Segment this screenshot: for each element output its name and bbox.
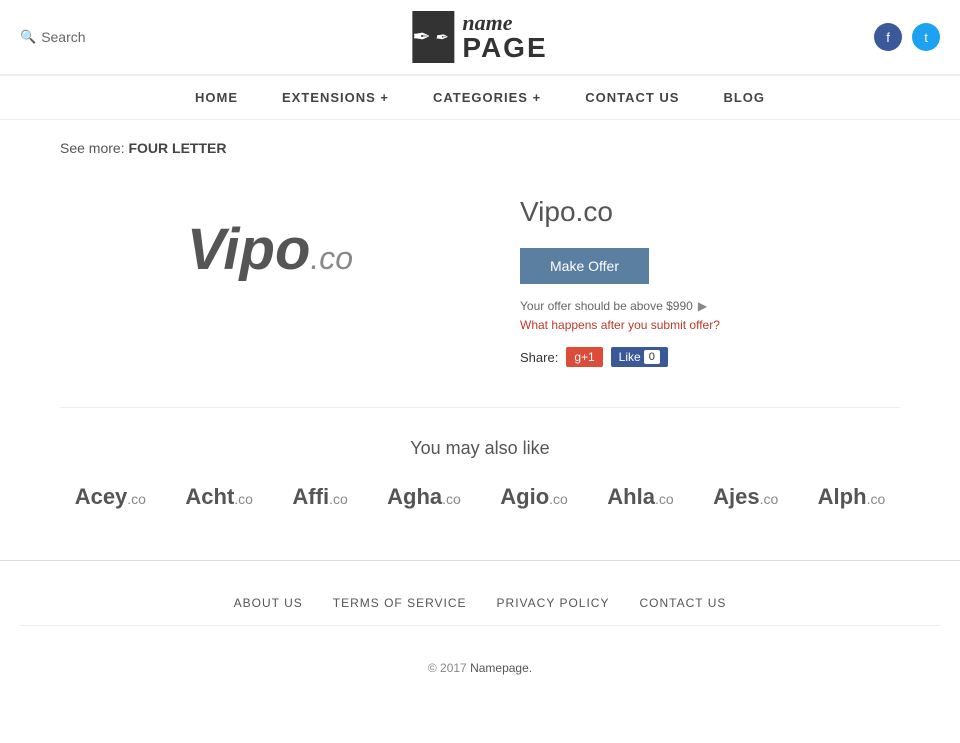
domain-item-tld: .co [329,491,348,507]
nav-categories[interactable]: CATEGORIES + [411,78,563,117]
footer-link-item[interactable]: ABOUT US [234,596,303,610]
domain-item-name: Acey [75,484,128,509]
nav-extensions[interactable]: EXTENSIONS + [260,78,411,117]
offer-note: Your offer should be above $990 ▶ [520,299,900,313]
logo[interactable]: ✒ name PAGE [412,11,547,63]
domain-item-name: Affi [292,484,329,509]
domain-item-tld: .co [549,491,568,507]
domain-item-tld: .co [234,491,253,507]
nav-home[interactable]: HOME [173,78,260,117]
svg-text:✒: ✒ [435,29,449,46]
also-like-title: You may also like [60,438,900,459]
fb-count: 0 [644,350,660,364]
share-label: Share: [520,350,558,365]
facebook-icon[interactable]: f [874,23,902,51]
footer-link-item[interactable]: CONTACT US [639,596,726,610]
social-links: f t [874,23,940,51]
list-item[interactable]: Ahla.co [607,484,673,510]
footer: ABOUT US TERMS OF SERVICE PRIVACY POLICY CO… [0,560,960,710]
facebook-like-button[interactable]: Like 0 [611,347,668,367]
list-item[interactable]: Ajes.co [713,484,778,510]
main-nav: HOME EXTENSIONS + CATEGORIES + CONTACT U… [0,75,960,120]
domain-item-name: Ahla [607,484,655,509]
domain-item-name: Agha [387,484,442,509]
footer-link-item[interactable]: TERMS OF SERVICE [333,596,467,610]
domain-logo-large: Vipo.co [60,176,480,323]
gplus-button[interactable]: g+1 [566,347,602,367]
footer-copyright: © 2017 Namepage. [20,646,940,690]
search-icon: 🔍 [20,29,36,45]
header: 🔍 Search ✒ name PAGE f t [0,0,960,75]
domain-item-name: Agio [500,484,549,509]
domain-tld-large: .co [310,240,353,276]
domain-name-text: Vipo [187,217,311,282]
make-offer-button[interactable]: Make Offer [520,248,649,284]
domain-item-tld: .co [867,491,886,507]
list-item[interactable]: Agio.co [500,484,568,510]
list-item[interactable]: Agha.co [387,484,461,510]
what-happens-link[interactable]: What happens after you submit offer? [520,318,900,332]
main-content: See more: FOUR LETTER Vipo.co Vipo.co Ma… [0,120,960,560]
offer-note-text: Your offer should be above $990 [520,299,693,313]
also-like-section: You may also like Acey.coAcht.coAffi.coA… [60,407,900,540]
logo-text: name PAGE [462,12,547,62]
list-item[interactable]: Affi.co [292,484,347,510]
domain-item-tld: .co [655,491,674,507]
logo-icon: ✒ [412,11,454,63]
nav-blog[interactable]: BLOG [701,78,787,117]
share-row: Share: g+1 Like 0 [520,347,900,367]
breadcrumb: See more: FOUR LETTER [60,140,900,156]
breadcrumb-prefix: See more: [60,140,125,156]
offer-arrow-icon: ▶ [698,299,707,313]
domain-item-name: Ajes [713,484,759,509]
search-label[interactable]: Search [41,29,85,45]
domain-title: Vipo.co [520,196,900,228]
twitter-icon[interactable]: t [912,23,940,51]
footer-links: ABOUT US TERMS OF SERVICE PRIVACY POLICY CO… [20,581,940,626]
copyright-year: © 2017 [428,661,467,675]
domain-item-tld: .co [442,491,461,507]
fb-like-label: Like [619,350,641,364]
list-item[interactable]: Acey.co [75,484,146,510]
domain-item-name: Alph [818,484,867,509]
search-area[interactable]: 🔍 Search [20,29,86,45]
domain-name-large: Vipo.co [187,216,353,283]
breadcrumb-link[interactable]: FOUR LETTER [128,140,226,156]
domain-item-name: Acht [185,484,234,509]
domain-info: Vipo.co Make Offer Your offer should be … [520,176,900,367]
domain-list: Acey.coAcht.coAffi.coAgha.coAgio.coAhla.… [60,484,900,540]
domain-item-tld: .co [760,491,779,507]
list-item[interactable]: Acht.co [185,484,253,510]
domain-showcase: Vipo.co Vipo.co Make Offer Your offer sh… [60,176,900,367]
nav-contact[interactable]: CONTACT US [563,78,701,117]
brand-link[interactable]: Namepage. [470,661,532,675]
footer-link-item[interactable]: PRIVACY POLICY [497,596,610,610]
domain-item-tld: .co [127,491,146,507]
list-item[interactable]: Alph.co [818,484,886,510]
